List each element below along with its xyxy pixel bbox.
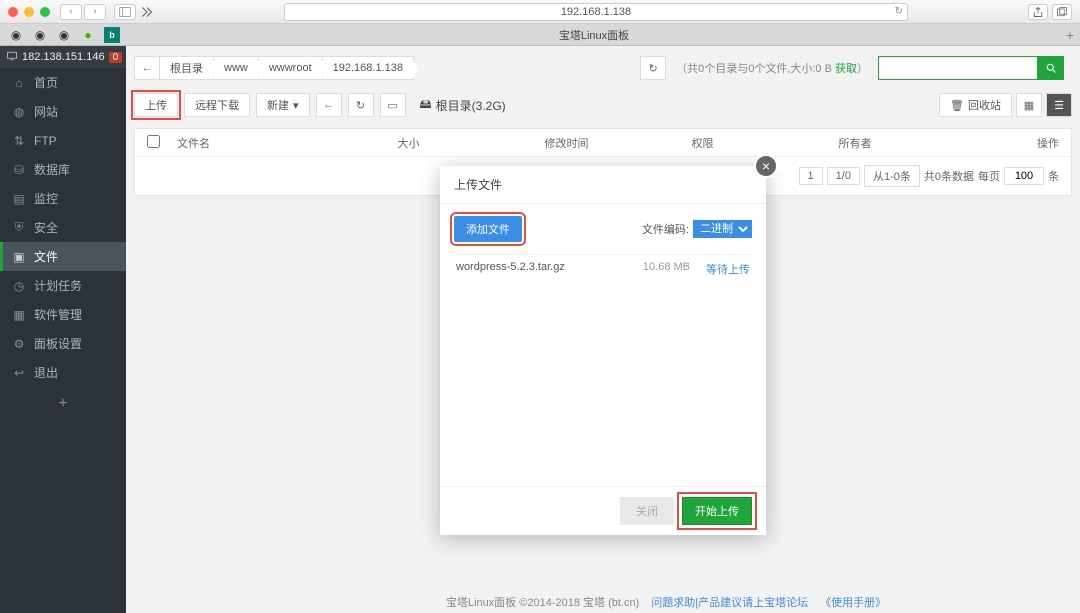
globe-icon: ◍: [12, 105, 26, 119]
encoding-selector: 文件编码: 二进制: [642, 220, 752, 238]
manual-link[interactable]: 《使用手册》: [820, 594, 886, 610]
notification-badge[interactable]: 0: [109, 52, 123, 63]
add-file-button[interactable]: 添加文件: [454, 216, 522, 242]
modal-footer: 关闭 开始上传: [440, 486, 766, 535]
shield-icon: ⛨: [12, 220, 26, 235]
clock-icon: ◷: [12, 279, 26, 293]
tab-bar: ◉ ◉ ◉ ● b 宝塔Linux面板 +: [0, 24, 1080, 46]
encoding-select[interactable]: 二进制: [693, 220, 752, 238]
bing-icon[interactable]: b: [104, 27, 120, 43]
back-button[interactable]: ‹: [60, 4, 82, 20]
grid-icon: ▦: [12, 308, 26, 322]
reload-icon[interactable]: ↻: [895, 6, 903, 17]
modal-title: 上传文件: [440, 166, 766, 204]
monitor-icon: ▤: [12, 192, 26, 206]
nav-buttons: ‹ ›: [60, 4, 106, 20]
minimize-window[interactable]: [24, 7, 34, 17]
sidebar-add[interactable]: +: [0, 387, 126, 421]
gear-icon: ⚙: [12, 337, 26, 351]
cancel-button[interactable]: 关闭: [620, 497, 674, 525]
forum-link[interactable]: 问题求助|产品建议请上宝塔论坛: [651, 594, 808, 610]
sidebar-item-home[interactable]: ⌂首页: [0, 68, 126, 97]
file-status: 等待上传: [690, 261, 750, 277]
url-text: 192.168.1.138: [561, 6, 631, 18]
encoding-label: 文件编码:: [642, 221, 689, 237]
wechat-icon[interactable]: ●: [80, 27, 96, 43]
tab-title[interactable]: 宝塔Linux面板: [128, 27, 1060, 43]
sidebar-item-logout[interactable]: ↩退出: [0, 358, 126, 387]
footer: 宝塔Linux面板 ©2014-2018 宝塔 (bt.cn) 问题求助|产品建…: [252, 591, 1080, 613]
sidebar: 182.138.151.146 0 ⌂首页 ◍网站 ⇅FTP ⛁数据库 ▤监控 …: [0, 46, 126, 613]
github-icon-3[interactable]: ◉: [56, 27, 72, 43]
content-area: ← 根目录 www wwwroot 192.168.1.138 ↻ （共0个目录…: [126, 46, 1080, 613]
github-icon[interactable]: ◉: [8, 27, 24, 43]
start-upload-button[interactable]: 开始上传: [682, 497, 752, 525]
modal-close-button[interactable]: ×: [754, 154, 778, 178]
url-bar[interactable]: 192.168.1.138 ↻: [284, 3, 908, 21]
file-name: wordpress-5.2.3.tar.gz: [456, 261, 620, 277]
sidebar-item-files[interactable]: ▣文件: [0, 242, 126, 271]
favorites-bar: ◉ ◉ ◉ ● b: [0, 27, 128, 43]
server-icon: [6, 50, 18, 65]
modal-body: 添加文件 文件编码: 二进制 wordpress-5.2.3.tar.gz 10…: [440, 204, 766, 486]
sidebar-header: 182.138.151.146 0: [0, 46, 126, 68]
sidebar-item-software[interactable]: ▦软件管理: [0, 300, 126, 329]
sidebar-item-ftp[interactable]: ⇅FTP: [0, 126, 126, 155]
sidebar-item-monitor[interactable]: ▤监控: [0, 184, 126, 213]
new-tab-button[interactable]: +: [1060, 27, 1080, 43]
window-controls: [8, 7, 50, 17]
close-window[interactable]: [8, 7, 18, 17]
ftp-icon: ⇅: [12, 134, 26, 148]
copyright: 宝塔Linux面板 ©2014-2018 宝塔 (bt.cn): [446, 594, 639, 610]
sidebar-item-cron[interactable]: ◷计划任务: [0, 271, 126, 300]
sidebar-toggle-icon[interactable]: [114, 4, 136, 20]
share-buttons: [1028, 4, 1072, 20]
home-icon: ⌂: [12, 76, 26, 90]
browser-chrome: ‹ › 192.168.1.138 ↻: [0, 0, 1080, 24]
folder-icon: ▣: [12, 250, 26, 264]
file-list: wordpress-5.2.3.tar.gz 10.68 MB 等待上传: [454, 254, 752, 474]
database-icon: ⛁: [12, 163, 26, 177]
tabs-icon[interactable]: [1052, 4, 1072, 20]
upload-modal: × 上传文件 添加文件 文件编码: 二进制 wor: [440, 166, 766, 535]
sidebar-item-database[interactable]: ⛁数据库: [0, 155, 126, 184]
maximize-window[interactable]: [40, 7, 50, 17]
sidebar-item-website[interactable]: ◍网站: [0, 97, 126, 126]
share-icon[interactable]: [1028, 4, 1048, 20]
github-icon-2[interactable]: ◉: [32, 27, 48, 43]
sidebar-item-security[interactable]: ⛨安全: [0, 213, 126, 242]
forward-button[interactable]: ›: [84, 4, 106, 20]
sidebar-item-settings[interactable]: ⚙面板设置: [0, 329, 126, 358]
server-ip: 182.138.151.146: [22, 51, 105, 63]
modal-overlay: × 上传文件 添加文件 文件编码: 二进制 wor: [126, 46, 1080, 613]
exit-icon: ↩: [12, 366, 26, 380]
file-size: 10.68 MB: [620, 261, 690, 277]
file-row: wordpress-5.2.3.tar.gz 10.68 MB 等待上传: [454, 255, 752, 283]
reader-icon[interactable]: [136, 4, 158, 20]
